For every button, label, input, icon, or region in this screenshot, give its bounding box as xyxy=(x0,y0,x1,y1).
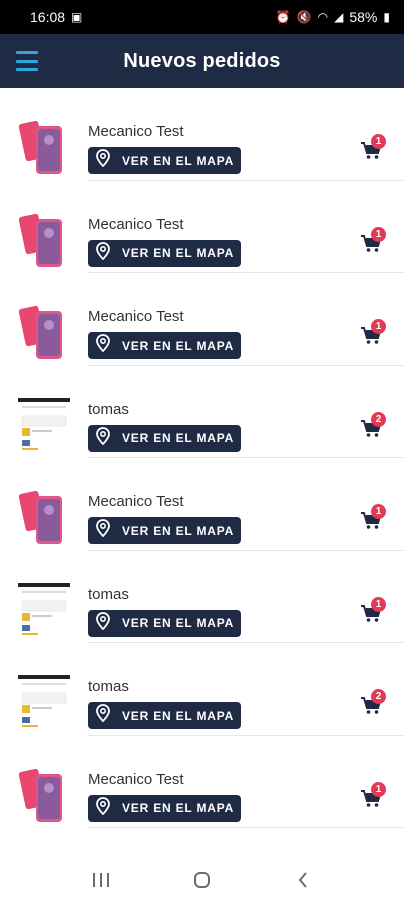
cart-count-badge: 1 xyxy=(371,781,386,797)
customer-name: Mecanico Test xyxy=(88,123,184,140)
cart-icon[interactable]: 2 xyxy=(360,689,388,719)
view-map-button[interactable]: VER EN EL MAPA xyxy=(88,517,241,544)
cart-icon[interactable]: 1 xyxy=(360,596,388,627)
cart-count-badge: 2 xyxy=(371,689,386,704)
view-map-button[interactable]: VER EN EL MAPA xyxy=(88,424,241,452)
order-row[interactable]: Mecanico Test VER EN EL MAPA 1 xyxy=(0,181,404,273)
customer-name: tomas xyxy=(88,400,129,418)
location-pin-icon xyxy=(96,704,110,727)
screenshot-thumbnail xyxy=(18,582,70,639)
customer-name: Mecanico Test xyxy=(88,215,184,233)
view-map-button[interactable]: VER EN EL MAPA xyxy=(88,239,241,267)
recents-icon[interactable] xyxy=(81,865,121,895)
cart-icon[interactable]: 1 xyxy=(360,319,388,349)
cart-count-badge: 1 xyxy=(371,226,386,242)
location-pin-icon xyxy=(96,796,110,820)
view-map-button[interactable]: VER EN EL MAPA xyxy=(88,609,241,637)
product-phone-thumbnail xyxy=(18,120,70,176)
location-pin-icon xyxy=(96,611,110,635)
order-row[interactable]: tomas VER EN EL MAPA 2 xyxy=(0,366,404,458)
status-time: 16:08 xyxy=(30,9,66,25)
app-bar: Nuevos pedidos xyxy=(0,34,404,88)
wifi-icon: ◠ xyxy=(317,10,329,24)
cart-count-badge: 1 xyxy=(371,596,386,612)
row-divider xyxy=(88,827,404,828)
order-row[interactable]: Mecanico Test VER EN EL MAPA 1 xyxy=(0,736,404,828)
orders-list: Mecanico Test VER EN EL MAPA 1 Mecanico … xyxy=(0,88,404,860)
location-pin-icon xyxy=(96,149,110,172)
order-row[interactable]: Mecanico Test VER EN EL MAPA 1 xyxy=(0,273,404,366)
order-row[interactable]: Mecanico Test VER EN EL MAPA 1 xyxy=(0,458,404,551)
view-map-label: VER EN EL MAPA xyxy=(122,153,235,168)
cart-count-badge: 1 xyxy=(371,134,386,149)
customer-name: Mecanico Test xyxy=(88,770,184,788)
battery-level: 58% xyxy=(349,9,378,25)
alarm-icon: ⏰ xyxy=(275,10,291,24)
order-row[interactable]: Mecanico Test VER EN EL MAPA 1 xyxy=(0,88,404,181)
product-phone-thumbnail xyxy=(18,768,70,824)
view-map-label: VER EN EL MAPA xyxy=(122,523,235,538)
page-title: Nuevos pedidos xyxy=(123,49,281,72)
cart-count-badge: 2 xyxy=(371,411,386,427)
view-map-button[interactable]: VER EN EL MAPA xyxy=(88,794,241,822)
menu-icon[interactable] xyxy=(16,51,38,71)
status-right: ⏰ 🔇 ◠ ◢ 58% ▮ xyxy=(276,9,390,25)
cart-count-badge: 1 xyxy=(371,504,386,519)
cart-icon[interactable]: 1 xyxy=(360,134,388,164)
view-map-label: VER EN EL MAPA xyxy=(122,431,235,445)
order-row[interactable]: tomas VER EN EL MAPA 2 xyxy=(0,643,404,736)
location-pin-icon xyxy=(96,241,110,265)
system-nav-bar xyxy=(0,860,404,900)
gallery-icon: ▣ xyxy=(71,10,83,24)
product-phone-thumbnail xyxy=(18,305,70,361)
view-map-label: VER EN EL MAPA xyxy=(122,246,235,260)
cart-icon[interactable]: 1 xyxy=(360,781,388,812)
view-map-label: VER EN EL MAPA xyxy=(122,616,235,630)
battery-icon: ▮ xyxy=(383,10,390,24)
back-icon[interactable] xyxy=(283,865,323,895)
signal-icon: ◢ xyxy=(334,10,344,24)
view-map-label: VER EN EL MAPA xyxy=(122,801,235,815)
status-bar: 16:08 ▣ ⏰ 🔇 ◠ ◢ 58% ▮ xyxy=(0,0,404,34)
cart-icon[interactable]: 1 xyxy=(360,226,388,257)
view-map-button[interactable]: VER EN EL MAPA xyxy=(88,702,241,729)
customer-name: Mecanico Test xyxy=(88,493,184,510)
home-icon[interactable] xyxy=(182,865,222,895)
status-left: 16:08 ▣ xyxy=(30,9,82,25)
customer-name: Mecanico Test xyxy=(88,308,184,325)
screenshot-thumbnail xyxy=(18,397,70,454)
location-pin-icon xyxy=(96,426,110,450)
customer-name: tomas xyxy=(88,678,129,695)
mute-icon: 🔇 xyxy=(296,10,312,24)
view-map-button[interactable]: VER EN EL MAPA xyxy=(88,332,241,359)
product-phone-thumbnail xyxy=(18,213,70,269)
view-map-button[interactable]: VER EN EL MAPA xyxy=(88,147,241,174)
cart-icon[interactable]: 2 xyxy=(360,411,388,442)
cart-icon[interactable]: 1 xyxy=(360,504,388,534)
location-pin-icon xyxy=(96,334,110,357)
screenshot-thumbnail xyxy=(18,675,70,731)
cart-count-badge: 1 xyxy=(371,319,386,334)
customer-name: tomas xyxy=(88,585,129,603)
location-pin-icon xyxy=(96,519,110,542)
product-phone-thumbnail xyxy=(18,490,70,546)
order-row[interactable]: tomas VER EN EL MAPA 1 xyxy=(0,551,404,643)
view-map-label: VER EN EL MAPA xyxy=(122,338,235,353)
view-map-label: VER EN EL MAPA xyxy=(122,708,235,723)
